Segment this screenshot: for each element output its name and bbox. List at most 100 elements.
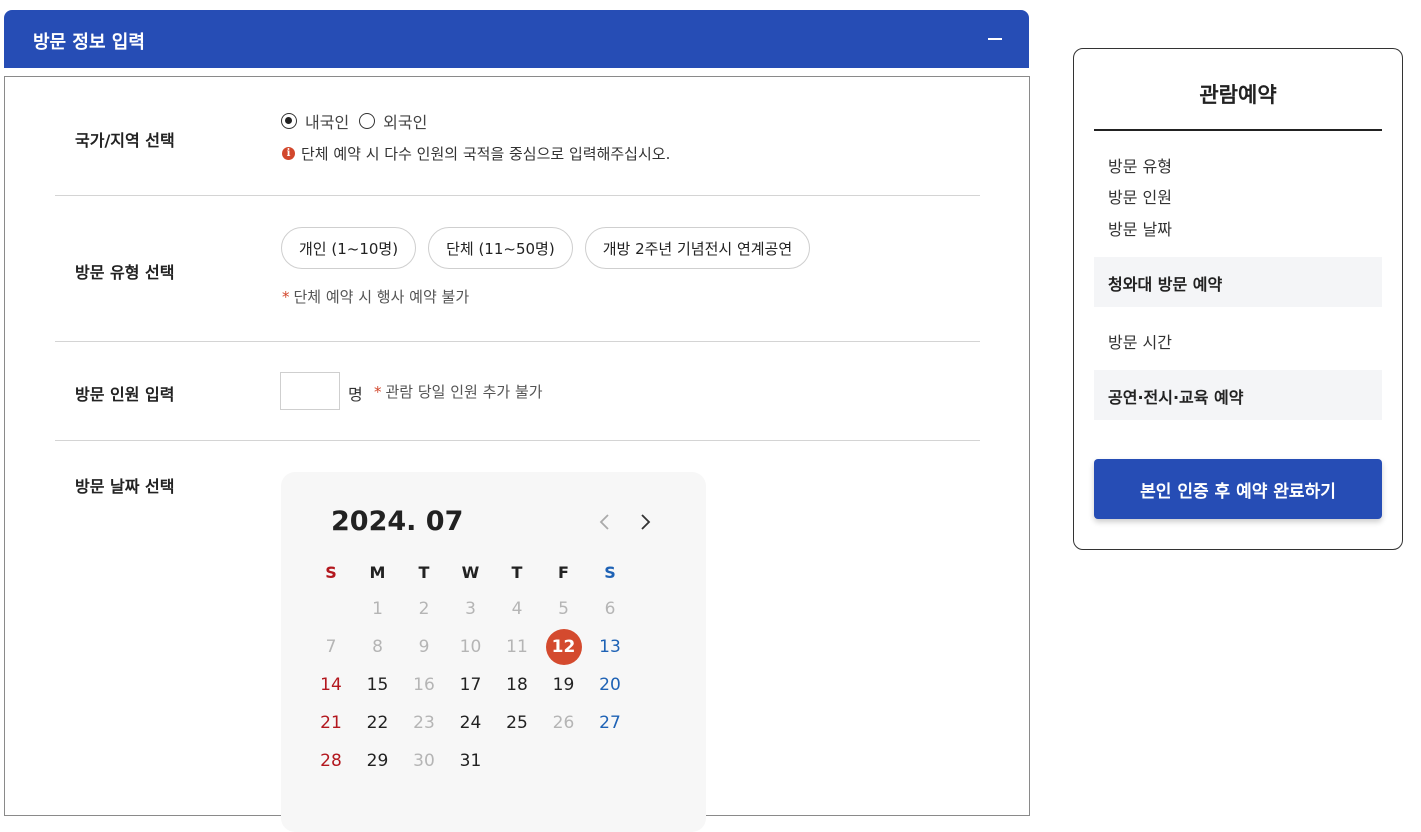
calendar-day-number: 2 (418, 599, 430, 619)
calendar-day-number: 19 (552, 675, 575, 695)
radio-foreigner[interactable]: 외국인 (359, 109, 427, 133)
calendar-day[interactable]: 14 (311, 668, 351, 702)
calendar-day: 30 (404, 744, 444, 778)
calendar-day-number: 20 (599, 675, 621, 695)
calendar-day-number: 15 (366, 675, 389, 695)
info-icon: i (282, 147, 295, 160)
visit-type-group-button[interactable]: 단체 (11~50명) (428, 227, 573, 269)
calendar-day[interactable]: 25 (497, 706, 537, 740)
calendar-day: 1 (358, 592, 398, 626)
calendar-day[interactable]: 18 (497, 668, 537, 702)
summary-item-visit-type: 방문 유형 (1108, 157, 1172, 176)
calendar-day[interactable]: 31 (451, 744, 491, 778)
weekday-header: T (418, 562, 430, 582)
calendar-day-number: 6 (604, 599, 616, 619)
divider (55, 341, 980, 342)
calendar-day: 7 (311, 630, 351, 664)
calendar-day-number: 28 (320, 751, 342, 771)
visitors-note: * 관람 당일 인원 추가 불가 (374, 381, 543, 402)
visit-type-options: 개인 (1~10명) 단체 (11~50명) 개방 2주년 기념전시 연계공연 (281, 227, 822, 269)
calendar: 2024. 07 S M T W T F S 1 2 3 4 5 6 7 8 9 10 11 12 13 14 15 16 1… (281, 472, 706, 832)
calendar-day-number: 12 (545, 629, 582, 665)
visitor-unit: 명 (348, 385, 363, 404)
calendar-day[interactable]: 17 (451, 668, 491, 702)
summary-item-visitors: 방문 인원 (1108, 188, 1172, 207)
summary-divider (1094, 129, 1382, 131)
calendar-day-number: 24 (459, 713, 482, 733)
collapse-icon[interactable] (985, 28, 1007, 50)
summary-item-time: 방문 시간 (1108, 333, 1172, 352)
summary-section-visit: 청와대 방문 예약 (1094, 257, 1382, 307)
calendar-day: 23 (404, 706, 444, 740)
calendar-day[interactable]: 19 (544, 668, 584, 702)
panel-title: 방문 정보 입력 (33, 32, 145, 53)
calendar-day-number: 29 (366, 751, 389, 771)
summary-title: 관람예약 (1199, 83, 1277, 107)
chevron-left-icon[interactable] (595, 512, 615, 532)
calendar-day-number: 26 (552, 713, 575, 733)
calendar-day-selected[interactable]: 12 (544, 629, 584, 665)
nationality-radio-group: 내국인 외국인 (281, 109, 437, 133)
calendar-day-number: 10 (459, 637, 482, 657)
calendar-day-number: 22 (366, 713, 389, 733)
nationality-note-text: 단체 예약 시 다수 인원의 국적을 중심으로 입력해주십시오. (301, 145, 671, 163)
calendar-day[interactable]: 13 (590, 630, 630, 664)
panel-header: 방문 정보 입력 (4, 10, 1029, 68)
calendar-day-number: 5 (558, 599, 569, 619)
radio-unchecked-icon (359, 113, 376, 129)
calendar-day-number: 31 (459, 751, 482, 771)
visit-type-note-text: 단체 예약 시 행사 예약 불가 (293, 288, 470, 306)
calendar-day-number: 25 (506, 713, 528, 733)
summary-section-visit-label: 청와대 방문 예약 (1108, 275, 1223, 294)
calendar-day[interactable]: 29 (358, 744, 398, 778)
weekday-header: W (461, 562, 480, 582)
calendar-day[interactable]: 28 (311, 744, 351, 778)
complete-reservation-button[interactable]: 본인 인증 후 예약 완료하기 (1094, 459, 1382, 519)
calendar-day-number: 8 (372, 637, 383, 657)
calendar-day[interactable]: 22 (358, 706, 398, 740)
calendar-day[interactable]: 20 (590, 668, 630, 702)
visit-type-individual-button[interactable]: 개인 (1~10명) (281, 227, 417, 269)
calendar-day-number: 9 (418, 637, 430, 657)
radio-domestic[interactable]: 내국인 (281, 109, 349, 133)
summary-section-events: 공연·전시·교육 예약 (1094, 370, 1382, 420)
calendar-day[interactable]: 21 (311, 706, 351, 740)
calendar-day-number: 4 (511, 599, 523, 619)
reservation-summary: 관람예약 방문 유형 방문 인원 방문 날짜 청와대 방문 예약 방문 시간 공… (1073, 48, 1403, 550)
calendar-month-title: 2024. 07 (331, 506, 464, 537)
calendar-day: 6 (590, 592, 630, 626)
visitors-label: 방문 인원 입력 (75, 385, 175, 404)
visit-type-note: * 단체 예약 시 행사 예약 불가 (282, 286, 469, 307)
calendar-day: 26 (544, 706, 584, 740)
calendar-day[interactable]: 24 (451, 706, 491, 740)
calendar-day: 3 (451, 592, 491, 626)
calendar-day[interactable]: 27 (590, 706, 630, 740)
calendar-day: 4 (497, 592, 537, 626)
weekday-header: S (325, 562, 337, 582)
weekday-header: M (369, 562, 386, 582)
date-label: 방문 날짜 선택 (75, 477, 175, 496)
weekday-header: T (511, 562, 523, 582)
calendar-day: 8 (358, 630, 398, 664)
calendar-day-number: 27 (599, 713, 621, 733)
calendar-day-number: 23 (413, 713, 435, 733)
calendar-day: 16 (404, 668, 444, 702)
required-star-icon: * (282, 288, 290, 306)
calendar-day-number: 13 (599, 637, 621, 657)
calendar-day-number: 21 (320, 713, 342, 733)
calendar-day-number: 18 (506, 675, 528, 695)
radio-checked-icon (281, 113, 297, 129)
visit-type-performance-button[interactable]: 개방 2주년 기념전시 연계공연 (584, 227, 811, 269)
nationality-note: i 단체 예약 시 다수 인원의 국적을 중심으로 입력해주십시오. (282, 143, 670, 164)
weekday-header: S (604, 562, 616, 582)
calendar-day[interactable]: 15 (358, 668, 398, 702)
calendar-day: 2 (404, 592, 444, 626)
weekday-header: F (558, 562, 569, 582)
visitor-count-input[interactable] (280, 372, 340, 410)
visitors-note-text: 관람 당일 인원 추가 불가 (385, 383, 543, 401)
calendar-day: 9 (404, 630, 444, 664)
calendar-day: 5 (544, 592, 584, 626)
radio-foreigner-label: 외국인 (383, 113, 428, 132)
calendar-day-number: 7 (325, 637, 337, 657)
chevron-right-icon[interactable] (635, 512, 655, 532)
